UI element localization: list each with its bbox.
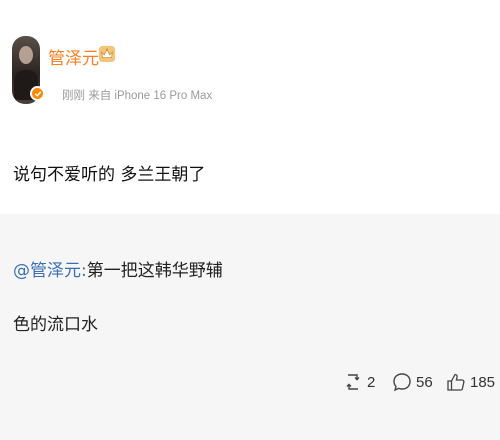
quoted-text-line-2: 色的流口水 bbox=[13, 315, 98, 335]
quoted-text-line-1: @管泽元:第一把这韩华野辅 bbox=[13, 256, 223, 281]
repost-icon bbox=[346, 374, 360, 390]
like-icon bbox=[447, 373, 465, 391]
like-button[interactable]: 185 bbox=[446, 368, 495, 396]
repost-count: 2 bbox=[367, 373, 376, 391]
quoted-post[interactable]: @管泽元:第一把这韩华野辅 色的流口水 2 56 185 bbox=[0, 214, 500, 440]
like-count: 185 bbox=[470, 373, 496, 391]
weibo-post-page: 管泽元 刚刚 来自 iPhone 16 Pro Max 说句不爱听的 多兰王朝了… bbox=[0, 0, 500, 440]
comment-count: 56 bbox=[416, 373, 433, 391]
comment-button[interactable]: 56 bbox=[392, 368, 433, 396]
post-text: 说句不爱听的 多兰王朝了 bbox=[13, 165, 206, 185]
vip-crown-icon[interactable] bbox=[98, 45, 116, 63]
repost-button[interactable]: 2 bbox=[343, 368, 375, 396]
verified-badge-icon bbox=[30, 86, 45, 101]
quoted-mention-link[interactable]: @管泽元: bbox=[13, 261, 87, 281]
quoted-text-part: 第一把这韩华野辅 bbox=[86, 261, 223, 281]
post-meta: 刚刚 来自 iPhone 16 Pro Max bbox=[62, 90, 213, 102]
username[interactable]: 管泽元 bbox=[48, 44, 99, 69]
comment-icon bbox=[393, 373, 411, 392]
